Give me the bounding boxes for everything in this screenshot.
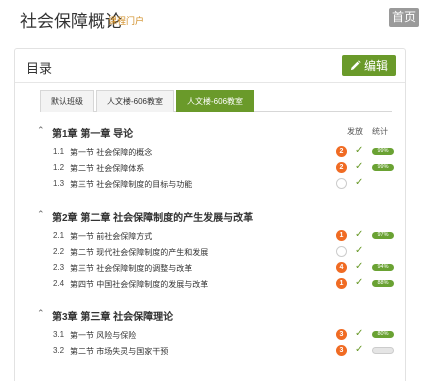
check-icon[interactable]: ✓ [355, 245, 363, 256]
check-icon[interactable]: ✓ [355, 145, 363, 156]
catalog-header: 目录 编辑 [15, 49, 405, 83]
lesson-row[interactable]: 1.1 第一节 社会保障的概念 2 ✓ 99% [15, 144, 405, 160]
lesson-number: 2.4 [53, 279, 65, 288]
course-title: 社会保障概论 [20, 12, 122, 31]
lesson-name[interactable]: 第二节 现代社会保障制度的产生和发展 [70, 247, 208, 258]
top-bar: 社会保障概论 课程门户 首页 [0, 0, 427, 36]
lesson-number: 1.1 [53, 147, 65, 156]
task-count-badge: 1 [336, 278, 347, 289]
page: 社会保障概论 课程门户 首页 目录 编辑 默认班级 人文楼-606教室 人文楼-… [0, 0, 427, 381]
task-count-badge: 2 [336, 162, 347, 173]
publish-column-header: 发放 [347, 127, 363, 136]
pencil-icon [350, 60, 361, 71]
check-icon[interactable]: ✓ [355, 328, 363, 339]
lesson-name[interactable]: 第三节 社会保障制度的调整与改革 [70, 263, 192, 274]
lesson-row[interactable]: 2.3 第三节 社会保障制度的调整与改革 4 ✓ 94% [15, 260, 405, 276]
chapter-header[interactable]: ⌃ 第3章 第三章 社会保障理论 [15, 305, 405, 323]
lesson-row[interactable]: 1.2 第二节 社会保障体系 2 ✓ 99% [15, 160, 405, 176]
chapter-title: 第3章 第三章 社会保障理论 [52, 312, 174, 323]
check-icon[interactable]: ✓ [355, 277, 363, 288]
chevron-up-icon[interactable]: ⌃ [37, 209, 45, 220]
class-tabs: 默认班级 人文楼-606教室 人文楼-606教室 [40, 90, 392, 112]
catalog-card: 目录 编辑 默认班级 人文楼-606教室 人文楼-606教室 ⌃ 第1章 第一章… [14, 48, 406, 381]
check-icon[interactable]: ✓ [355, 344, 363, 355]
catalog-title: 目录 [26, 61, 53, 76]
chapter-header[interactable]: ⌃ 第2章 第二章 社会保障制度的产生发展与改革 [15, 206, 405, 224]
lesson-row[interactable]: 1.3 第三节 社会保障制度的目标与功能 ✓ [15, 176, 405, 192]
chapter-1: ⌃ 第1章 第一章 导论 发放 统计 1.1 第一节 社会保障的概念 2 ✓ 9… [15, 122, 405, 192]
lesson-number: 2.2 [53, 247, 65, 256]
lesson-number: 1.2 [53, 163, 65, 172]
tab-default-class[interactable]: 默认班级 [40, 90, 94, 112]
lesson-name[interactable]: 第一节 社会保障的概念 [70, 147, 152, 158]
lesson-number: 1.3 [53, 179, 65, 188]
chapter-3: ⌃ 第3章 第三章 社会保障理论 3.1 第一节 风险与保险 3 ✓ 80% 3… [15, 305, 405, 359]
check-icon[interactable]: ✓ [355, 177, 363, 188]
lesson-row[interactable]: 2.1 第一节 前社会保障方式 1 ✓ 97% [15, 228, 405, 244]
lesson-number: 2.1 [53, 231, 65, 240]
lesson-name[interactable]: 第三节 社会保障制度的目标与功能 [70, 179, 192, 190]
check-icon[interactable]: ✓ [355, 161, 363, 172]
progress-badge: 94% [372, 264, 394, 271]
progress-badge: 99% [372, 148, 394, 155]
chapter-title: 第2章 第二章 社会保障制度的产生发展与改革 [52, 213, 254, 224]
lesson-name[interactable]: 第一节 风险与保险 [70, 330, 136, 341]
chevron-up-icon[interactable]: ⌃ [37, 125, 45, 136]
task-count-badge: 3 [336, 329, 347, 340]
tab-classroom-2[interactable]: 人文楼-606教室 [176, 90, 255, 112]
lesson-name[interactable]: 第一节 前社会保障方式 [70, 231, 152, 242]
task-count-badge: 1 [336, 230, 347, 241]
task-count-badge: 4 [336, 262, 347, 273]
edit-button-label: 编辑 [363, 59, 388, 73]
tab-classroom-1[interactable]: 人文楼-606教室 [96, 90, 175, 112]
progress-badge: 97% [372, 232, 394, 239]
lesson-row[interactable]: 2.4 第四节 中国社会保障制度的发展与改革 1 ✓ 88% [15, 276, 405, 292]
lesson-name[interactable]: 第四节 中国社会保障制度的发展与改革 [70, 279, 208, 290]
lesson-name[interactable]: 第二节 市场失灵与国家干预 [70, 346, 168, 357]
course-portal-link[interactable]: 课程门户 [108, 14, 144, 27]
lesson-number: 3.2 [53, 346, 65, 355]
lesson-number: 3.1 [53, 330, 65, 339]
task-count-badge: 2 [336, 146, 347, 157]
check-icon[interactable]: ✓ [355, 261, 363, 272]
lesson-number: 2.3 [53, 263, 65, 272]
lesson-row[interactable]: 3.1 第一节 风险与保险 3 ✓ 80% [15, 327, 405, 343]
empty-circle-icon [336, 246, 347, 257]
chapter-header[interactable]: ⌃ 第1章 第一章 导论 发放 统计 [15, 122, 405, 140]
chapter-title: 第1章 第一章 导论 [52, 129, 134, 140]
chapter-2: ⌃ 第2章 第二章 社会保障制度的产生发展与改革 2.1 第一节 前社会保障方式… [15, 206, 405, 292]
empty-circle-icon [336, 178, 347, 189]
check-icon[interactable]: ✓ [355, 229, 363, 240]
edit-button[interactable]: 编辑 [342, 55, 396, 76]
progress-badge [372, 347, 394, 354]
progress-badge: 88% [372, 280, 394, 287]
progress-badge: 99% [372, 164, 394, 171]
home-button[interactable]: 首页 [389, 8, 419, 27]
task-count-badge: 3 [336, 345, 347, 356]
chevron-up-icon[interactable]: ⌃ [37, 308, 45, 319]
lesson-row[interactable]: 3.2 第二节 市场失灵与国家干预 3 ✓ [15, 343, 405, 359]
progress-badge: 80% [372, 331, 394, 338]
lesson-row[interactable]: 2.2 第二节 现代社会保障制度的产生和发展 ✓ [15, 244, 405, 260]
lesson-name[interactable]: 第二节 社会保障体系 [70, 163, 144, 174]
stats-column-header: 统计 [372, 127, 388, 136]
